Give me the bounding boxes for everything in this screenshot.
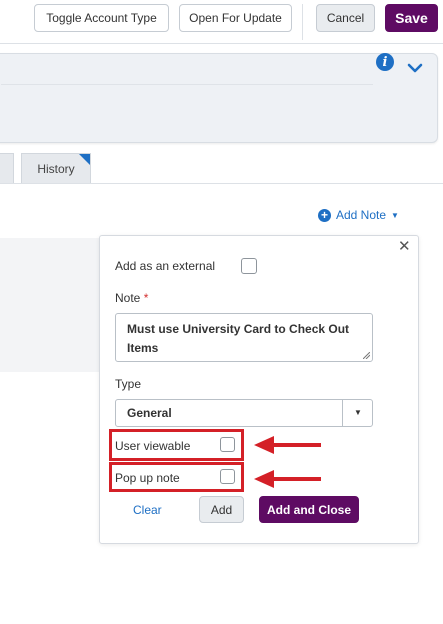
info-icon[interactable]: i bbox=[376, 53, 394, 71]
plus-circle-icon: + bbox=[318, 208, 331, 222]
user-viewable-checkbox[interactable] bbox=[220, 437, 235, 452]
user-viewable-label: User viewable bbox=[115, 439, 191, 453]
type-select-value: General bbox=[127, 406, 172, 420]
panel-divider bbox=[1, 84, 373, 85]
tabs-baseline bbox=[0, 183, 443, 184]
select-caret-icon: ▼ bbox=[354, 408, 362, 417]
type-label: Type bbox=[115, 377, 142, 391]
toolbar-divider bbox=[302, 4, 303, 40]
background-list-area bbox=[0, 238, 100, 372]
select-divider bbox=[342, 400, 343, 426]
add-note-button[interactable]: + Add Note ▼ bbox=[318, 208, 399, 222]
cancel-button[interactable]: Cancel bbox=[316, 4, 375, 32]
tab-previous[interactable] bbox=[0, 153, 14, 184]
tab-history-label: History bbox=[37, 162, 75, 176]
tab-history[interactable]: History bbox=[21, 153, 91, 184]
action-toolbar: Toggle Account Type Open For Update Canc… bbox=[0, 0, 443, 44]
tab-corner-marker bbox=[79, 154, 90, 165]
chevron-down-icon[interactable] bbox=[405, 58, 425, 78]
add-and-close-button[interactable]: Add and Close bbox=[259, 496, 359, 523]
red-arrow-icon bbox=[254, 470, 321, 488]
red-arrow-icon bbox=[254, 436, 321, 454]
external-label: Add as an external bbox=[115, 259, 216, 273]
toggle-account-type-button[interactable]: Toggle Account Type bbox=[34, 4, 169, 32]
open-for-update-button[interactable]: Open For Update bbox=[179, 4, 292, 32]
summary-panel bbox=[0, 53, 438, 143]
caret-down-icon: ▼ bbox=[391, 210, 399, 220]
resize-handle-icon[interactable] bbox=[363, 352, 370, 359]
note-text: Must use University Card to Check Out It… bbox=[127, 322, 350, 355]
add-note-label: Add Note bbox=[336, 208, 387, 222]
add-button[interactable]: Add bbox=[199, 496, 244, 523]
clear-link[interactable]: Clear bbox=[133, 503, 162, 517]
note-label-text: Note bbox=[115, 291, 141, 305]
popup-note-label: Pop up note bbox=[115, 471, 180, 485]
popup-note-checkbox[interactable] bbox=[220, 469, 235, 484]
required-marker: * bbox=[143, 291, 149, 305]
save-button[interactable]: Save bbox=[385, 4, 438, 32]
close-icon[interactable]: ✕ bbox=[398, 237, 411, 255]
note-textarea[interactable]: Must use University Card to Check Out It… bbox=[115, 313, 373, 362]
type-select[interactable]: General ▼ bbox=[115, 399, 373, 427]
note-label: Note * bbox=[115, 291, 148, 305]
external-checkbox[interactable] bbox=[241, 258, 257, 274]
